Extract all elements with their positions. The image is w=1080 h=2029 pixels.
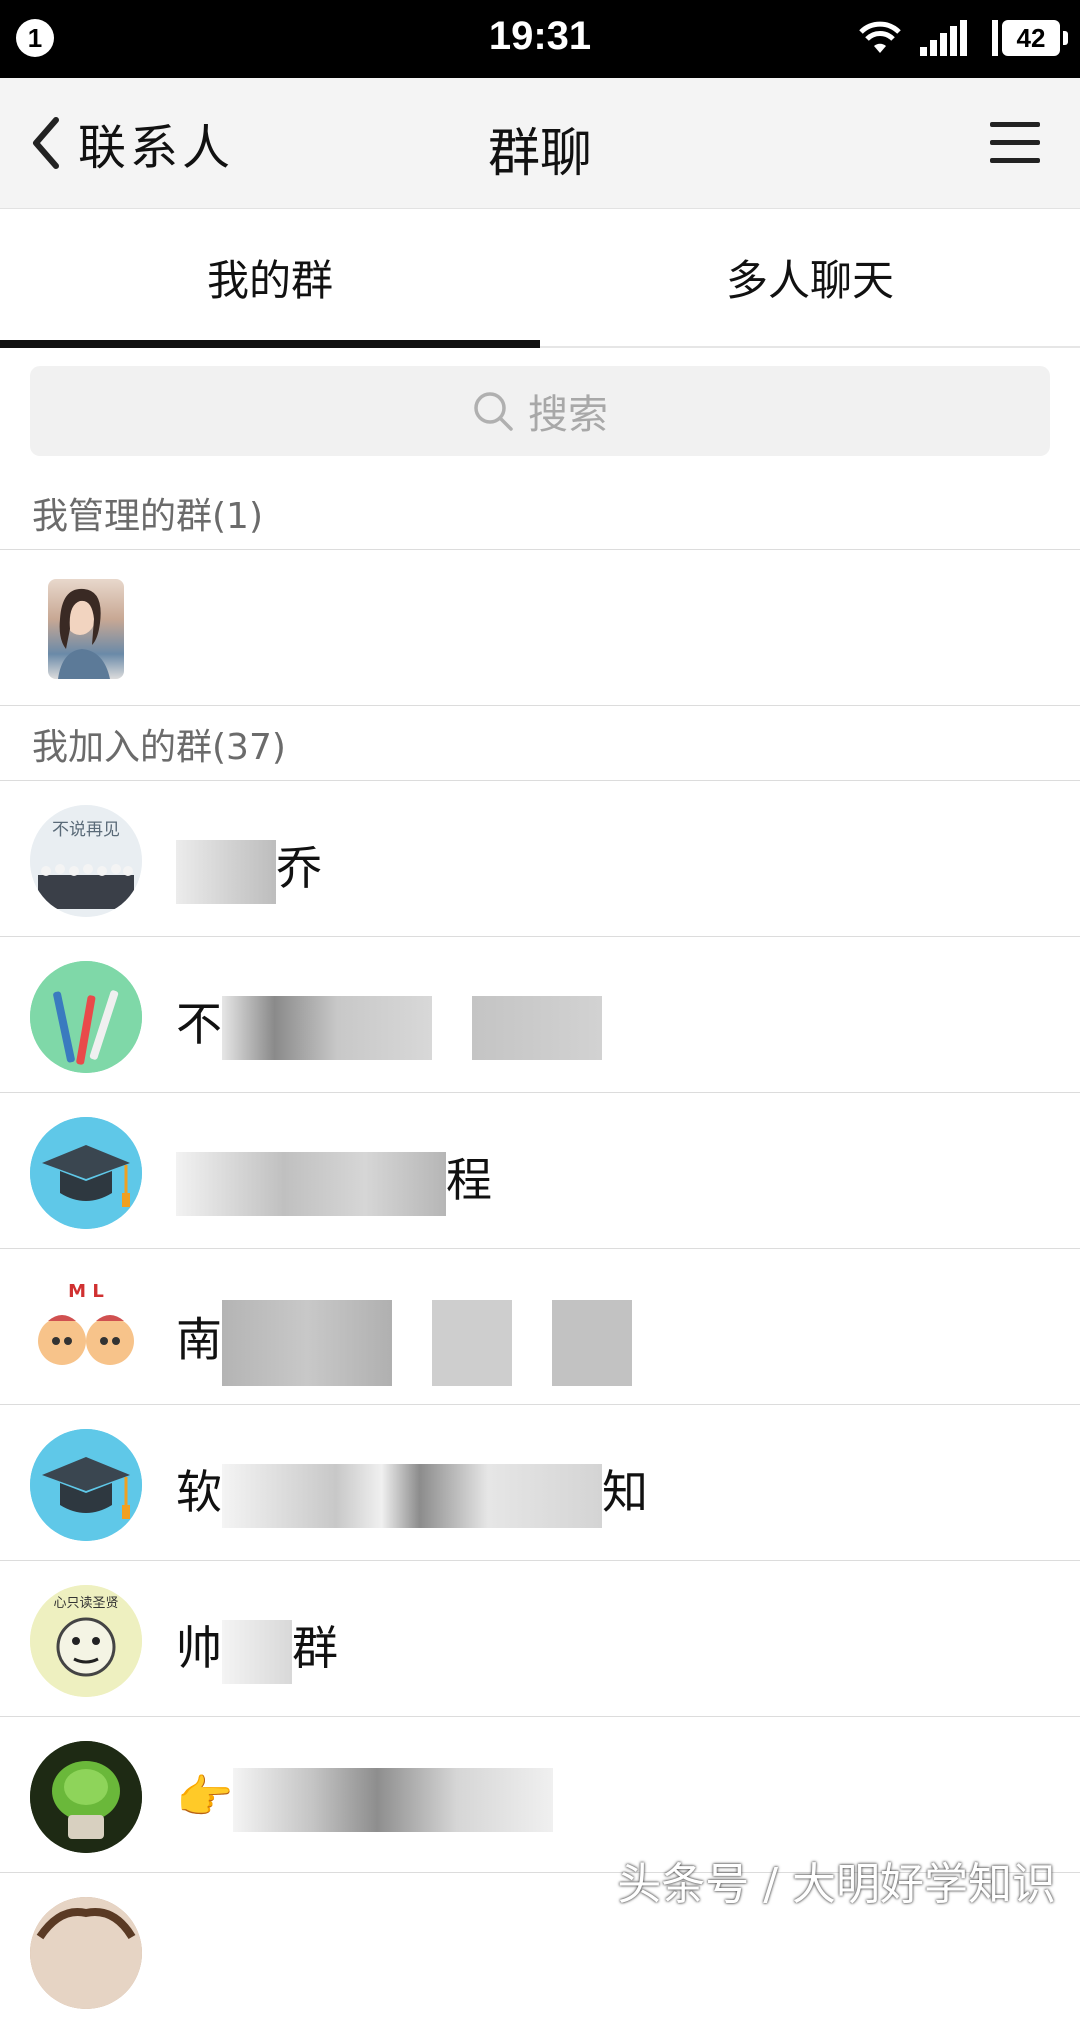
menu-button[interactable] [988, 116, 1042, 170]
group-name: 软知 [176, 1456, 648, 1528]
svg-text:心只读圣贤: 心只读圣贤 [53, 1596, 118, 1611]
managed-groups-header: 我管理的群(1) [0, 476, 1080, 550]
search-input[interactable]: 搜索 [30, 366, 1050, 456]
page-title: 群聊 [487, 124, 592, 184]
list-item[interactable]: 不说再见 乔 [0, 782, 1080, 937]
group-avatar [30, 1741, 142, 1853]
managed-group-row[interactable] [0, 551, 1080, 706]
wifi-icon [859, 21, 901, 53]
group-avatar: M L [30, 1273, 142, 1385]
watermark: 头条号 / 大明好学知识 [617, 1859, 1056, 1910]
list-item[interactable]: 心只读圣贤 帅群 [0, 1562, 1080, 1717]
list-item[interactable]: 软知 [0, 1406, 1080, 1561]
group-name: 👉 [176, 1768, 554, 1832]
list-item[interactable]: M L 南 [0, 1250, 1080, 1405]
list-item[interactable]: 程 [0, 1094, 1080, 1249]
tab-multi-chat[interactable]: 多人聊天 [540, 209, 1080, 346]
group-avatar: 心只读圣贤 [30, 1585, 142, 1697]
group-name: 乔 [176, 832, 322, 904]
status-icons: 42 [858, 16, 1068, 60]
status-bar: 1 19:31 42 [0, 0, 1080, 78]
group-avatar [30, 1897, 142, 2009]
tab-bar: 我的群 多人聊天 [0, 209, 1080, 348]
group-avatar [30, 1429, 142, 1541]
svg-text:M L: M L [68, 1281, 104, 1302]
group-name: 不 [176, 988, 602, 1060]
active-tab-indicator [0, 340, 540, 348]
group-avatar: 不说再见 [30, 805, 142, 917]
joined-groups-header: 我加入的群(37) [0, 707, 1080, 781]
battery-level: 42 [1002, 20, 1068, 56]
tab-my-groups[interactable]: 我的群 [0, 209, 540, 346]
group-name: 帅群 [176, 1612, 338, 1684]
app-header: 联系人 群聊 [0, 78, 1080, 209]
search-icon [474, 392, 513, 431]
signal-icon [920, 20, 967, 56]
group-avatar [30, 961, 142, 1073]
search-placeholder: 搜索 [528, 392, 608, 438]
battery-icon: 42 [992, 20, 1068, 56]
group-name: 程 [176, 1144, 492, 1216]
hamburger-menu-icon [990, 122, 1040, 163]
group-name: 南 [176, 1300, 632, 1386]
list-item[interactable]: 不 [0, 938, 1080, 1093]
svg-text:不说再见: 不说再见 [52, 820, 120, 840]
group-avatar [48, 579, 124, 679]
group-avatar [30, 1117, 142, 1229]
